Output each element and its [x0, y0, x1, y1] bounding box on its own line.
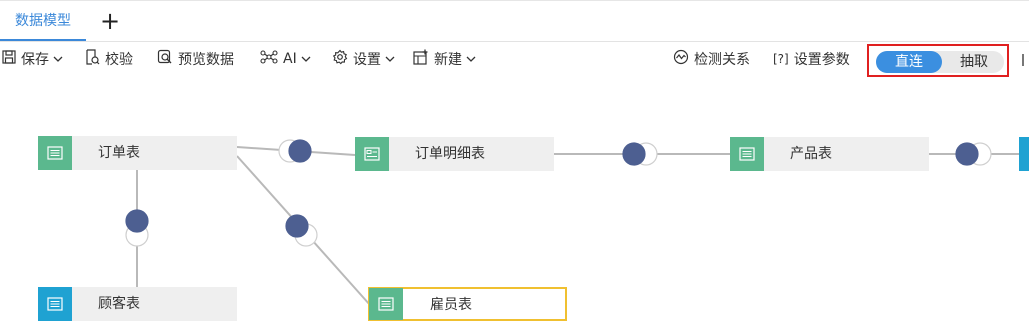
table-icon — [369, 288, 403, 320]
join-connector — [955, 142, 992, 166]
join-connector — [622, 142, 658, 166]
table-node-label: 顾客表 — [98, 296, 140, 312]
table-icon — [1019, 137, 1029, 171]
table-node-customers[interactable]: 顾客表 — [38, 287, 237, 321]
table-node-label: 雇员表 — [430, 297, 472, 313]
detail-table-icon — [355, 137, 389, 171]
join-connector — [278, 139, 312, 163]
table-node-employees[interactable]: 雇员表 — [368, 287, 567, 321]
join-connector — [285, 214, 318, 247]
table-node-products[interactable]: 产品表 — [730, 137, 929, 171]
table-icon — [730, 137, 764, 171]
table-node-order-details[interactable]: 订单明细表 — [355, 137, 554, 171]
table-node-label: 产品表 — [790, 146, 832, 162]
join-connector — [125, 209, 149, 247]
table-node-label: 订单明细表 — [415, 146, 485, 162]
table-node-orders[interactable]: 订单表 — [38, 136, 237, 170]
table-icon — [38, 287, 72, 321]
table-node-partial[interactable] — [1019, 137, 1029, 171]
table-node-label: 订单表 — [98, 145, 140, 161]
table-icon — [38, 136, 72, 170]
